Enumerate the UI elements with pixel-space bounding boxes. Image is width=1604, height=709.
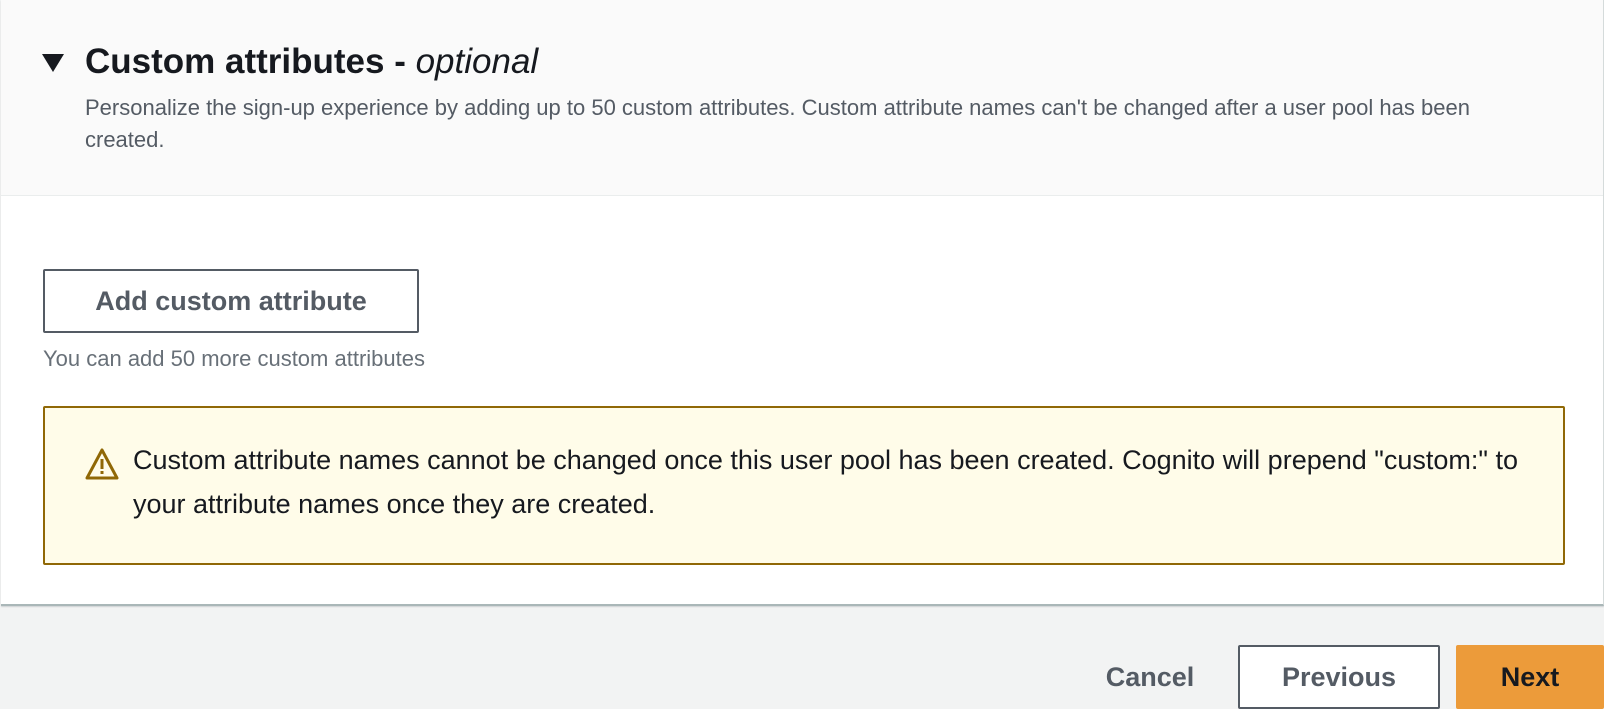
warning-alert: Custom attribute names cannot be changed… [43, 406, 1565, 565]
section-title: Custom attributes - optional [85, 38, 538, 86]
cancel-button[interactable]: Cancel [1080, 645, 1220, 709]
next-button[interactable]: Next [1456, 645, 1604, 709]
section-description: Personalize the sign-up experience by ad… [85, 95, 1470, 152]
warning-icon [85, 448, 119, 480]
section-title-text: Custom attributes - [85, 42, 416, 81]
previous-button[interactable]: Previous [1238, 645, 1440, 709]
warning-alert-text: Custom attribute names cannot be changed… [133, 445, 1518, 519]
caret-down-icon[interactable] [42, 54, 64, 72]
section-title-optional: optional [415, 42, 539, 81]
remaining-attributes-hint: You can add 50 more custom attributes [43, 346, 425, 371]
add-custom-attribute-button[interactable]: Add custom attribute [43, 269, 419, 333]
custom-attributes-panel: Custom attributes - optional Personalize… [1, 0, 1604, 606]
panel-header[interactable]: Custom attributes - optional Personalize… [1, 0, 1603, 196]
